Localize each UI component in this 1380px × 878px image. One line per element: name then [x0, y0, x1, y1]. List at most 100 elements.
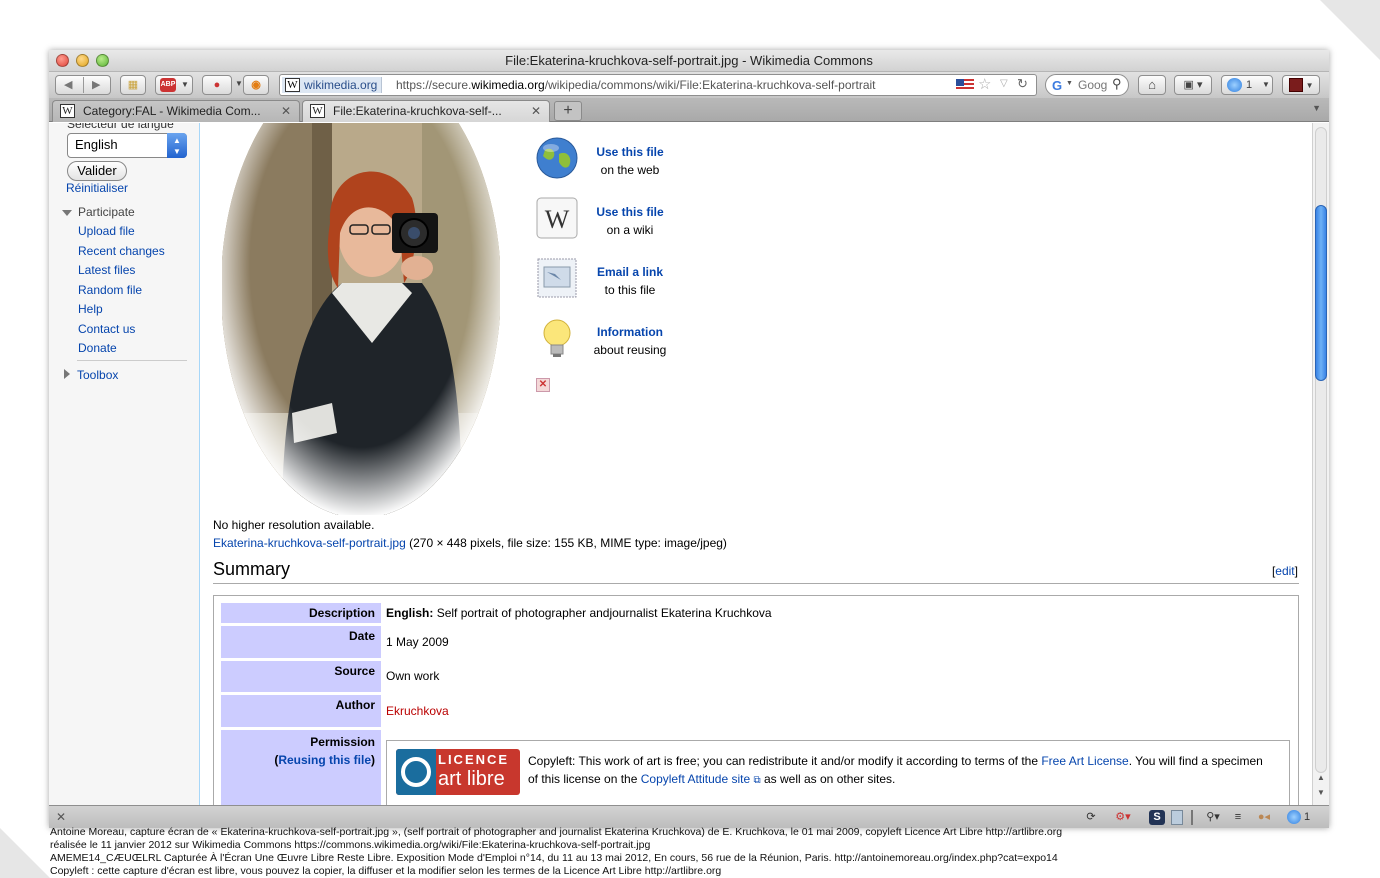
- email-link-title[interactable]: Email a link: [585, 265, 675, 279]
- address-bar[interactable]: W wikimedia.org https://secure.wikimedia…: [279, 74, 1037, 96]
- use-file-web[interactable]: Use this file on the web: [535, 136, 775, 186]
- sidebar-item-help[interactable]: Help: [78, 302, 103, 316]
- new-tab-button[interactable]: +: [554, 101, 582, 121]
- title-bar: File:Ekaterina-kruchkova-self-portrait.j…: [49, 50, 1329, 72]
- divider: [83, 77, 84, 93]
- site-identity-label: wikimedia.org: [304, 78, 378, 92]
- search-input[interactable]: Goog: [1078, 78, 1107, 92]
- use-file-title[interactable]: Use this file: [585, 145, 675, 159]
- scroll-down-icon[interactable]: ▼: [1317, 788, 1325, 797]
- portrait-image[interactable]: [222, 123, 500, 515]
- tab-category-fal[interactable]: W Category:FAL - Wikimedia Com... ✕: [52, 100, 300, 122]
- use-file-title[interactable]: Use this file: [585, 205, 675, 219]
- license-text-1: Copyleft: This work of art is free; you …: [528, 754, 1038, 768]
- free-art-license-link[interactable]: Free Art License: [1041, 754, 1128, 768]
- sidebar-item-latest-files[interactable]: Latest files: [78, 263, 135, 277]
- toolbox-label: Toolbox: [77, 368, 119, 382]
- caption-line: Copyleft : cette capture d'écran est lib…: [50, 865, 722, 877]
- wikimedia-favicon-icon: W: [310, 104, 325, 118]
- bookmarks-button[interactable]: ▣ ▾: [1174, 75, 1212, 95]
- summary-heading: Summary: [213, 559, 291, 579]
- tab-label: File:Ekaterina-kruchkova-self-...: [333, 104, 502, 118]
- sidebar-item-recent-changes[interactable]: Recent changes: [78, 244, 165, 258]
- history-dropdown-icon[interactable]: ▽: [1000, 78, 1008, 89]
- license-text-3: of this license on the: [528, 772, 638, 786]
- sidebar-item-donate[interactable]: Donate: [78, 341, 117, 355]
- language-select[interactable]: English ▲ ▼: [67, 133, 187, 158]
- participate-heading[interactable]: Participate: [62, 205, 135, 219]
- sidebar-item-contact-us[interactable]: Contact us: [78, 322, 135, 336]
- language-selector-heading: Sélecteur de langue: [67, 123, 174, 131]
- home-button[interactable]: ⌂: [1138, 75, 1166, 95]
- chevron-down-icon[interactable]: ▼: [235, 79, 243, 88]
- source-value: Own work: [386, 669, 440, 683]
- valider-button[interactable]: Valider: [67, 161, 127, 181]
- logo-licence-word: LICENCE: [438, 752, 510, 767]
- email-link[interactable]: Email a link to this file: [535, 256, 775, 306]
- copyleft-attitude-link[interactable]: Copyleft Attitude site: [641, 772, 750, 786]
- caption-line: Antoine Moreau, capture écran de « Ekate…: [50, 826, 1063, 838]
- notifications-button[interactable]: 1 ▼: [1221, 75, 1273, 95]
- forward-icon[interactable]: ▶: [92, 76, 100, 94]
- vertical-scrollbar[interactable]: ▲ ▼: [1312, 123, 1329, 805]
- flag-icon: [956, 79, 974, 91]
- back-forward-buttons: ◀ ▶: [55, 75, 111, 95]
- information-title[interactable]: Information: [585, 325, 675, 339]
- bookmark-star-icon[interactable]: ☆: [978, 75, 991, 93]
- status-divider: [1191, 810, 1193, 825]
- main-content: Use this file on the web W Use this file…: [199, 123, 1312, 805]
- close-addon-bar-icon[interactable]: ✕: [56, 810, 66, 824]
- globe-icon: [536, 137, 578, 179]
- chevron-down-icon: ▼: [1066, 80, 1073, 87]
- select-arrows-icon: ▲ ▼: [167, 133, 187, 158]
- close-icon[interactable]: ✕: [536, 378, 550, 392]
- stats-icon[interactable]: ≡: [1229, 810, 1247, 825]
- sidebar-icon[interactable]: [1171, 810, 1183, 825]
- reload-icon[interactable]: ↻: [1017, 76, 1028, 92]
- apps-button[interactable]: ▦: [120, 75, 146, 95]
- file-link[interactable]: Ekaterina-kruchkova-self-portrait.jpg: [213, 536, 406, 550]
- menu-button[interactable]: ▼: [1282, 75, 1320, 95]
- chat-bubble-icon[interactable]: [1287, 810, 1301, 824]
- sidebar-divider: [77, 360, 187, 361]
- email-icon: [537, 258, 577, 298]
- close-tab-icon[interactable]: ✕: [531, 101, 541, 121]
- language-select-value: English: [75, 137, 118, 152]
- extension-button[interactable]: ●: [202, 75, 232, 95]
- tab-file-page[interactable]: W File:Ekaterina-kruchkova-self-... ✕: [302, 100, 550, 122]
- rss-button[interactable]: ◉: [243, 75, 269, 95]
- sidebar-item-upload-file[interactable]: Upload file: [78, 224, 135, 238]
- tab-label: Category:FAL - Wikimedia Com...: [83, 104, 261, 118]
- url-text[interactable]: https://secure.wikimedia.org/wikipedia/c…: [396, 78, 952, 92]
- inspect-icon[interactable]: ⚲▾: [1202, 810, 1224, 825]
- caption: Antoine Moreau, capture écran de « Ekate…: [50, 826, 1370, 878]
- pdf-icon[interactable]: ⚙▾: [1113, 810, 1133, 825]
- scroll-up-icon[interactable]: ▲: [1317, 773, 1325, 782]
- skype-icon[interactable]: S: [1149, 810, 1165, 825]
- use-file-wiki[interactable]: W Use this file on a wiki: [535, 196, 775, 246]
- licence-art-libre-logo[interactable]: LICENCE art libre: [396, 749, 520, 795]
- logo-art-libre: art libre: [438, 768, 505, 790]
- search-bar[interactable]: G ▼ Goog ⚲: [1045, 74, 1129, 96]
- scroll-thumb[interactable]: [1315, 205, 1327, 381]
- page-curl-bottom: [0, 828, 50, 878]
- browser-window: File:Ekaterina-kruchkova-self-portrait.j…: [49, 50, 1329, 828]
- author-link[interactable]: Ekruchkova: [386, 704, 449, 718]
- reuse-information[interactable]: Information about reusing: [535, 316, 775, 366]
- search-icon[interactable]: ⚲: [1112, 76, 1122, 92]
- site-identity-button[interactable]: W wikimedia.org: [282, 77, 383, 93]
- toolbox-heading[interactable]: Toolbox: [64, 368, 118, 382]
- reset-link[interactable]: Réinitialiser: [66, 181, 128, 195]
- edit-link[interactable]: edit: [1275, 564, 1294, 578]
- back-icon[interactable]: ◀: [64, 76, 72, 94]
- close-tab-icon[interactable]: ✕: [281, 101, 291, 121]
- use-file-subtitle: on a wiki: [606, 223, 654, 237]
- email-link-subtitle: to this file: [604, 283, 656, 297]
- sync-icon[interactable]: ⟳: [1084, 810, 1098, 825]
- addon-icon[interactable]: ●◂: [1253, 810, 1275, 825]
- notifications-count: 1: [1246, 79, 1253, 91]
- tab-list-icon[interactable]: ▼: [1312, 103, 1321, 113]
- reusing-link[interactable]: Reusing this file: [278, 753, 371, 767]
- adblock-button[interactable]: ABP ▼: [155, 75, 193, 95]
- sidebar-item-random-file[interactable]: Random file: [78, 283, 142, 297]
